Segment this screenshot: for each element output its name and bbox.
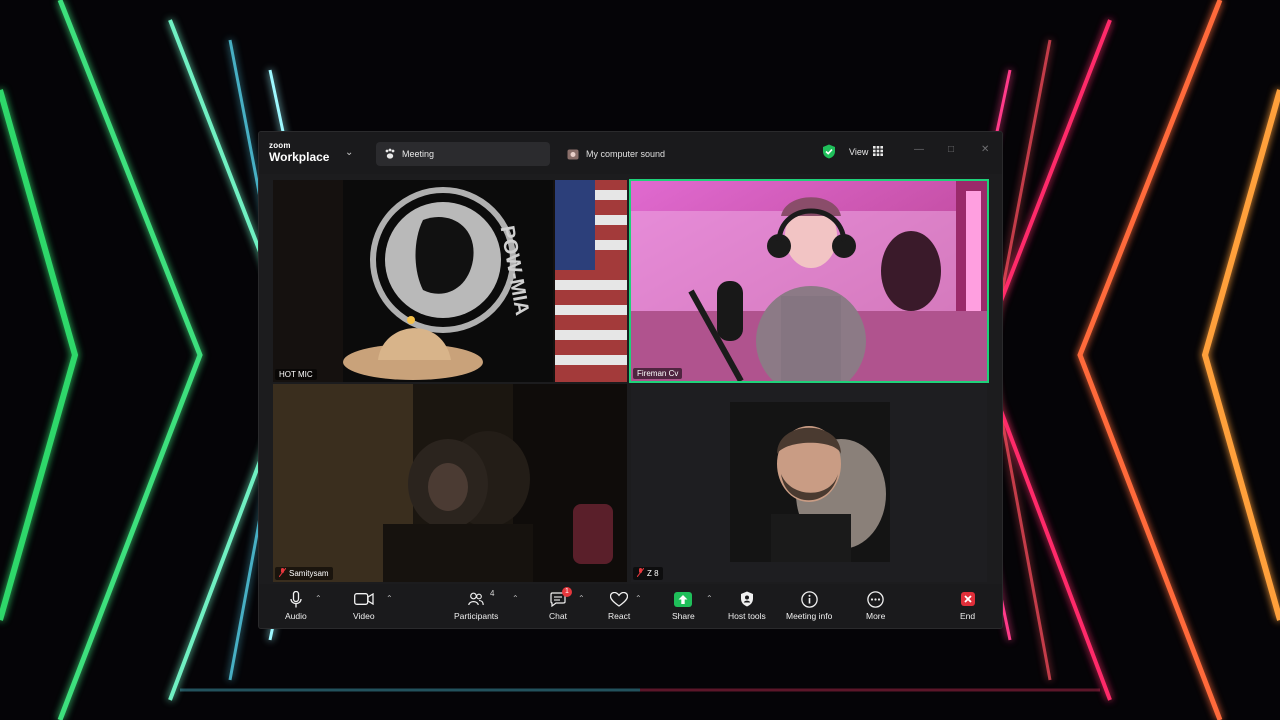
- meeting-info-label: Meeting info: [786, 611, 833, 621]
- view-button[interactable]: View: [849, 144, 884, 160]
- share-options-caret-icon[interactable]: ⌃: [706, 594, 713, 603]
- muted-mic-icon: [278, 567, 287, 579]
- host-tools-label: Host tools: [728, 611, 766, 621]
- video-tile-z8[interactable]: Z 8: [631, 384, 987, 582]
- participant-name-tag: HOT MIC: [275, 369, 317, 380]
- video-tile-fireman-cv[interactable]: Fireman Cv: [629, 179, 989, 383]
- participant-name: Samitysam: [289, 569, 329, 578]
- chat-icon: 1: [550, 587, 572, 608]
- participant-name: Z 8: [647, 569, 659, 578]
- participants-label: Participants: [454, 611, 499, 621]
- more-label: More: [866, 611, 886, 621]
- participant-name: Fireman Cv: [637, 369, 679, 378]
- tab-sound-label: My computer sound: [586, 149, 666, 159]
- meeting-paw-icon: [384, 148, 396, 160]
- video-feed-z8: [631, 384, 987, 582]
- video-tile-hot-mic[interactable]: POW-MIA HOT MIC: [273, 180, 627, 382]
- participants-options-caret-icon[interactable]: ⌃: [512, 594, 519, 603]
- participant-name-tag: Samitysam: [275, 567, 333, 580]
- more-dots-icon: [867, 590, 884, 608]
- camera-icon: [353, 590, 374, 608]
- video-feed-samitysam: [273, 384, 627, 582]
- zoom-meeting-window: zoom Workplace ⌄ Meeting My computer sou…: [259, 132, 1002, 628]
- video-label: Video: [353, 611, 375, 621]
- end-x-icon: [960, 590, 975, 608]
- audio-button[interactable]: Audio: [285, 590, 307, 621]
- brand-small-label: zoom: [269, 141, 291, 150]
- video-options-caret-icon[interactable]: ⌃: [386, 594, 393, 603]
- brand-big-label: Workplace: [269, 150, 330, 164]
- video-feed-fireman-cv: [631, 181, 987, 381]
- chat-options-caret-icon[interactable]: ⌃: [578, 594, 585, 603]
- meeting-toolbar: Audio ⌃ Video ⌃ Participants 4 ⌃ 1 Chat …: [259, 584, 1002, 628]
- participants-icon: [468, 590, 484, 608]
- participant-name-tag: Z 8: [633, 567, 663, 580]
- chat-label: Chat: [549, 611, 567, 621]
- share-button[interactable]: Share: [672, 590, 695, 621]
- end-meeting-button[interactable]: End: [960, 590, 975, 621]
- meeting-info-button[interactable]: Meeting info: [786, 590, 832, 621]
- tab-meeting[interactable]: Meeting: [376, 142, 550, 166]
- chat-button[interactable]: 1 Chat: [549, 587, 572, 621]
- microphone-icon: [290, 590, 302, 608]
- video-feed-hot-mic: POW-MIA: [273, 180, 627, 382]
- participant-name-tag: Fireman Cv: [633, 368, 683, 379]
- heart-react-icon: [610, 590, 629, 608]
- tab-meeting-label: Meeting: [402, 149, 435, 159]
- minimize-icon[interactable]: —: [914, 144, 924, 155]
- tab-computer-sound[interactable]: My computer sound: [567, 142, 665, 166]
- shield-check-icon[interactable]: [822, 144, 836, 159]
- title-bar: zoom Workplace ⌄ Meeting My computer sou…: [259, 132, 1002, 174]
- share-arrow-icon: [674, 590, 693, 608]
- audio-options-caret-icon[interactable]: ⌃: [315, 594, 322, 603]
- view-label: View: [849, 147, 869, 157]
- host-shield-icon: [740, 590, 754, 608]
- participants-count: 4: [490, 589, 495, 598]
- maximize-icon[interactable]: □: [948, 144, 954, 155]
- host-tools-button[interactable]: Host tools: [728, 590, 766, 621]
- info-icon: [800, 590, 818, 608]
- grid-view-icon: [873, 146, 884, 158]
- computer-sound-icon: [567, 149, 579, 160]
- more-button[interactable]: More: [866, 590, 885, 621]
- participant-name: HOT MIC: [279, 370, 313, 379]
- zoom-chevron-down-icon[interactable]: ⌄: [345, 147, 353, 158]
- react-label: React: [608, 611, 631, 621]
- video-tile-samitysam[interactable]: Samitysam: [273, 384, 627, 582]
- react-options-caret-icon[interactable]: ⌃: [635, 594, 642, 603]
- chat-unread-badge: 1: [561, 587, 572, 597]
- end-label: End: [960, 611, 976, 621]
- react-button[interactable]: React: [608, 590, 630, 621]
- audio-label: Audio: [285, 611, 307, 621]
- close-icon[interactable]: ✕: [981, 144, 989, 155]
- share-label: Share: [672, 611, 695, 621]
- zoom-workplace-logo[interactable]: zoom Workplace: [269, 141, 330, 164]
- muted-mic-icon: [636, 567, 645, 579]
- video-button[interactable]: Video: [353, 590, 375, 621]
